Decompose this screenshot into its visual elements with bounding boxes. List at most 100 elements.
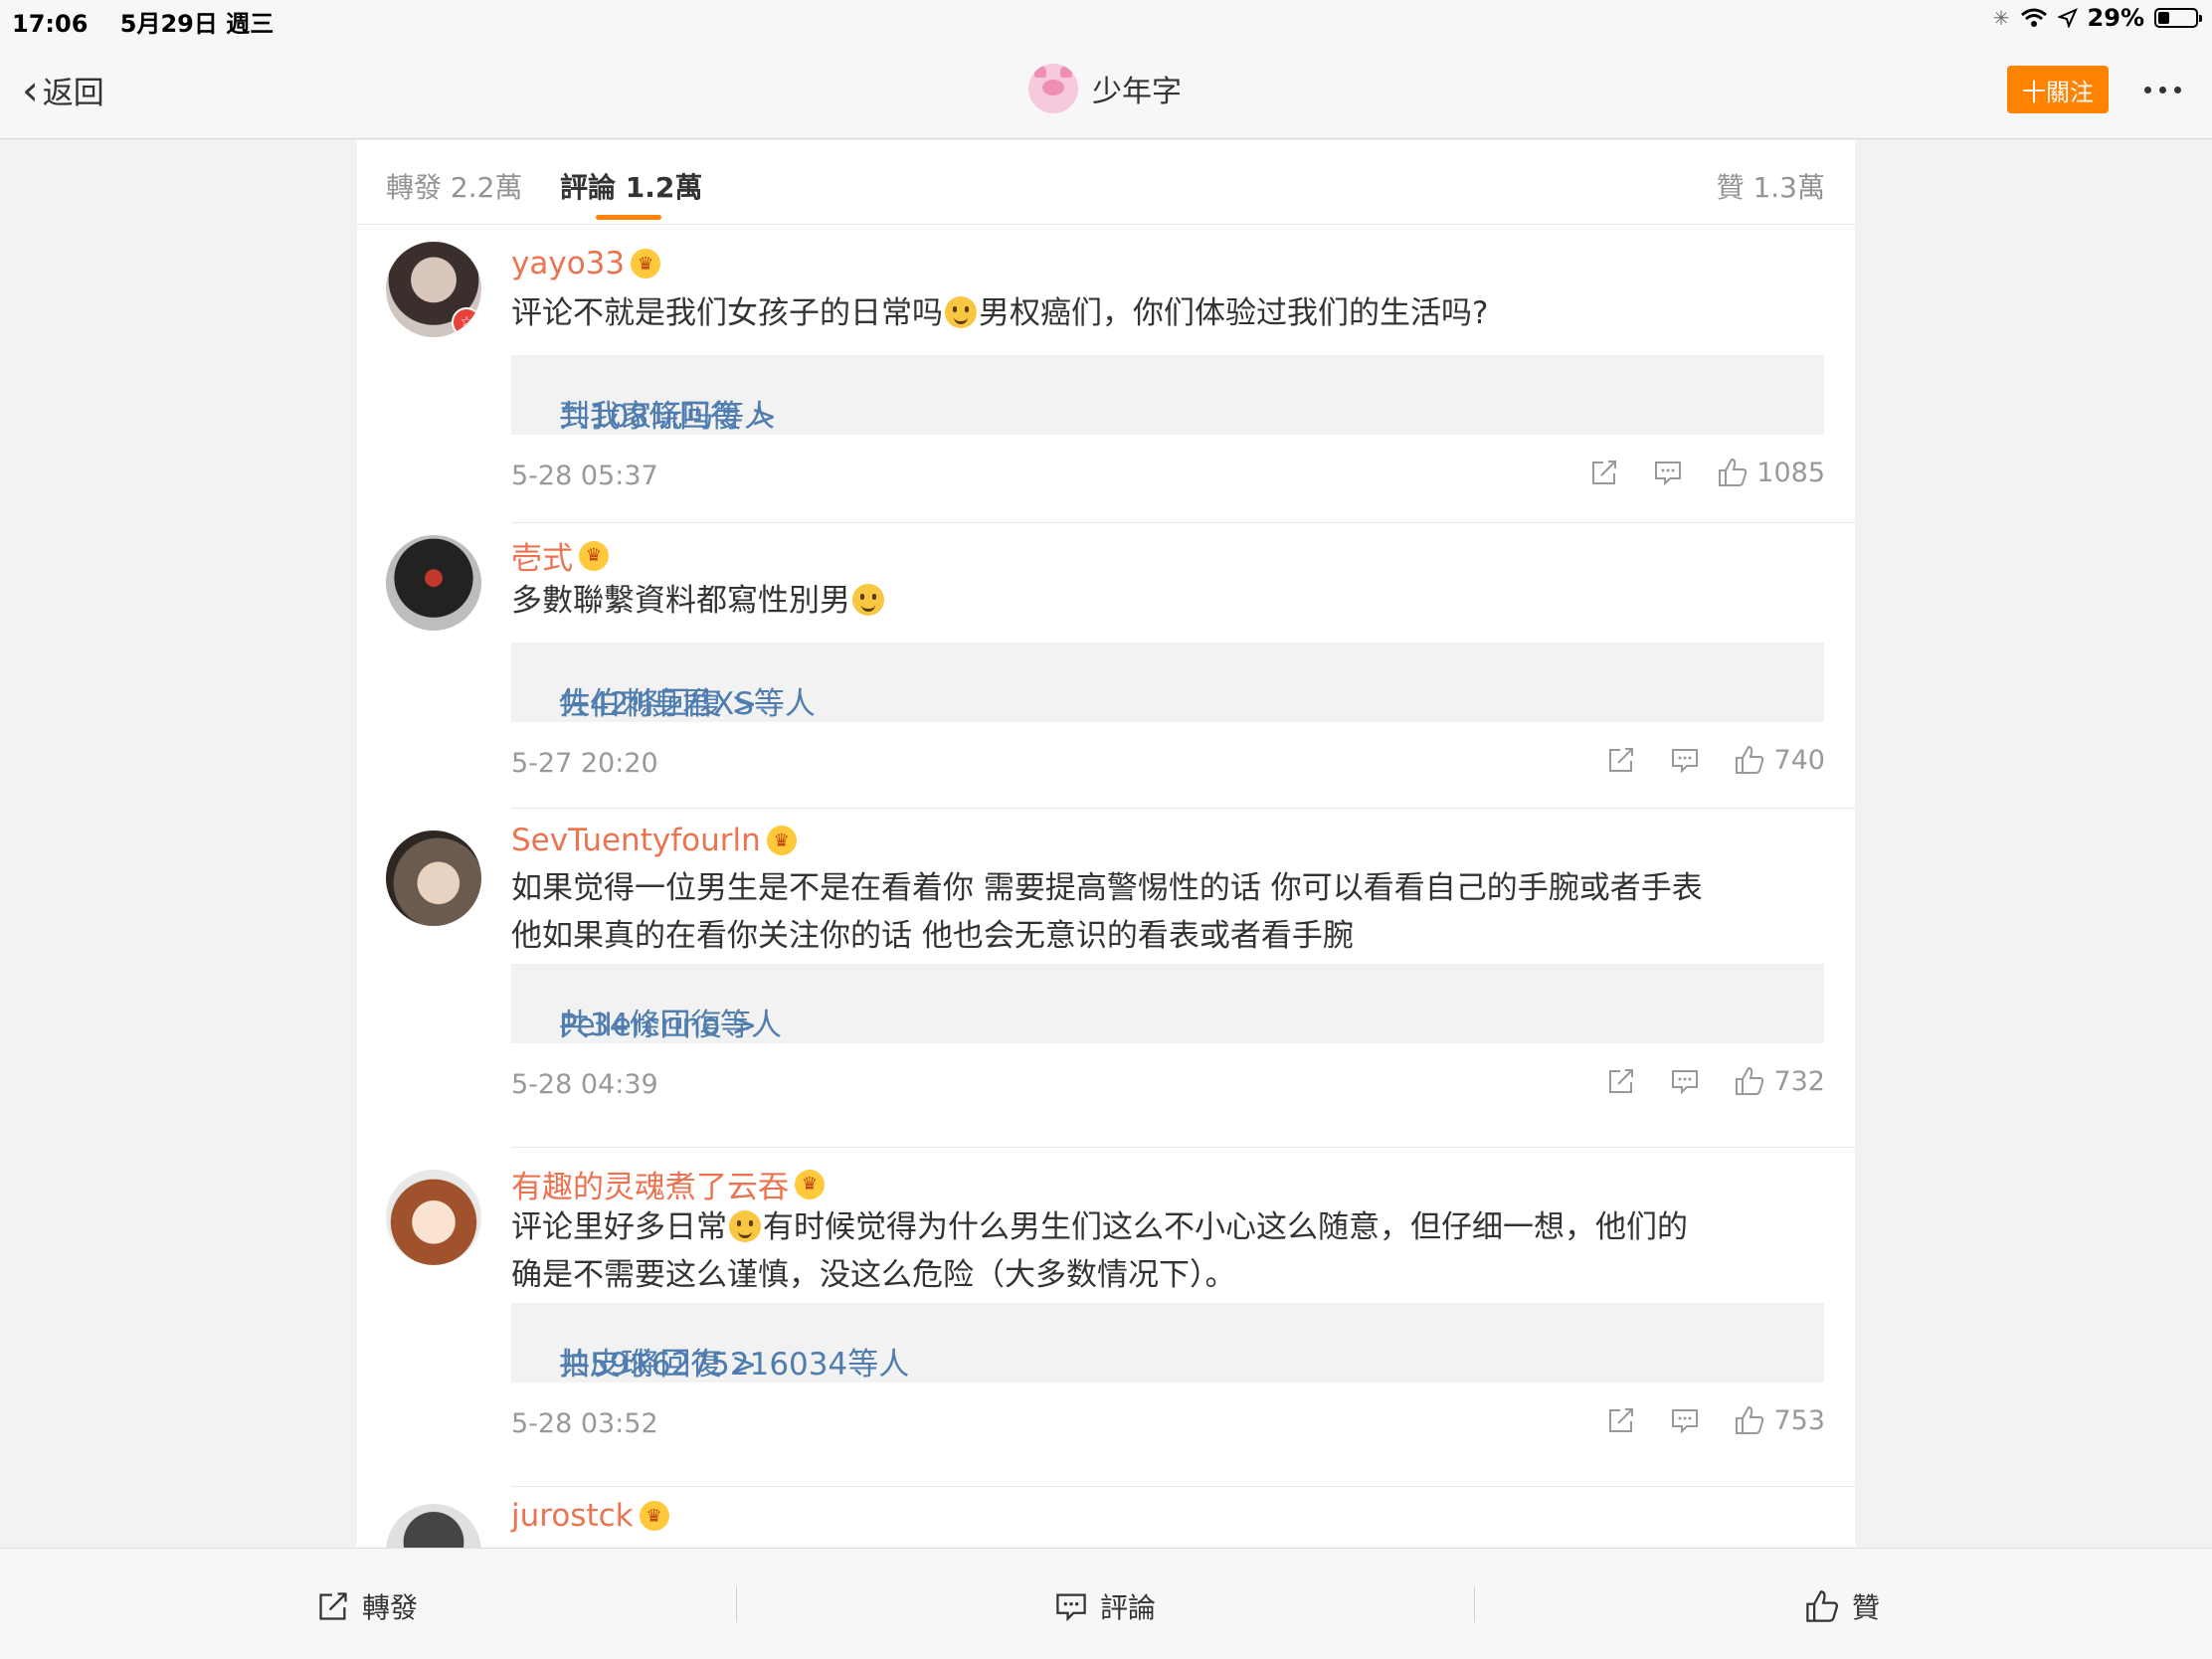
follow-button[interactable]: 十關注 [2007,66,2109,113]
bottom-toolbar: 轉發 評論 贊 [0,1548,2212,1659]
comment-text-part: 男权癌们，你们体验过我们的生活吗? [979,295,1489,331]
repost-button[interactable] [1606,1066,1636,1096]
divider [511,808,1855,809]
crown-icon: ♛ [579,540,609,571]
like-button[interactable]: 732 [1734,1065,1825,1097]
reply-summary[interactable]: 到我家玩吗等人 共108條回復 > [511,355,1824,435]
tab-likes[interactable]: 贊 1.3萬 [1717,166,1825,206]
battery-icon [2154,8,2202,28]
comment-icon [1672,1409,1699,1434]
tab-repost[interactable]: 轉發 2.2萬 [386,166,522,206]
comment-username[interactable]: yayo33 ♛ [511,246,661,281]
comment-icon [1056,1593,1086,1622]
avatar[interactable]: ☆ [386,242,481,337]
reply-button[interactable] [1670,1405,1700,1435]
thumbs-up-icon [1736,1405,1764,1434]
avatar[interactable] [386,1504,481,1553]
reply-summary[interactable]: 佐伯刺身君XS等人 共42條回復 > [511,643,1824,722]
nav-title[interactable]: 少年字 [1028,64,1182,113]
comment-text-line: 确是不需要这么谨慎，没这么危险（大多数情况下）。 [511,1257,1236,1293]
crown-icon: ♛ [639,1501,669,1531]
reply-summary[interactable]: 拍皮球6275216034等人 共59條回復 > [511,1303,1824,1382]
comment-actions: 753 [1606,1404,1825,1436]
comment-time: 5-28 04:39 [511,1069,658,1100]
more-icon[interactable] [2134,66,2190,113]
reply-button[interactable] [1653,458,1683,487]
comment-time: 5-27 20:20 [511,748,658,779]
share-icon [1609,748,1634,772]
laugh-cry-emoji-icon [852,584,884,616]
bottom-like-button[interactable]: 贊 [1804,1586,1880,1626]
divider [736,1586,737,1622]
thumbs-up-icon [1806,1590,1839,1622]
reply-button[interactable] [1670,745,1700,775]
repost-button[interactable] [1606,1405,1636,1435]
like-button[interactable]: 753 [1734,1404,1825,1436]
comment-text: 评论里好多日常 有时候觉得为什么男生们这么不小心这么随意，但仔细一想，他们的 确是… [511,1203,1834,1299]
avatar[interactable] [386,830,481,926]
share-icon [1609,1069,1634,1093]
username-text: jurostck [511,1498,634,1534]
repost-button[interactable] [1606,745,1636,775]
comment-actions: 1085 [1589,457,1825,488]
back-button[interactable]: ‹ 返回 [22,68,104,112]
comment-actions: 740 [1606,744,1825,776]
tab-comments[interactable]: 評論 1.2萬 [560,166,702,206]
status-date: 5月29日 週三 [119,10,275,38]
reply-count: 共42條回復 > [559,686,758,722]
comment-icon [1655,461,1682,486]
like-button[interactable]: 1085 [1717,457,1825,488]
crown-icon: ♛ [795,1169,825,1199]
crown-icon: ♛ [631,249,661,278]
bottom-repost-label: 轉發 [362,1591,419,1624]
status-time: 17:06 [12,10,89,38]
username-text: yayo33 [511,246,626,281]
username-text: SevTuentyfourln [511,823,761,858]
verified-badge-icon: ☆ [452,307,481,337]
reply-button[interactable] [1670,1066,1700,1096]
bottom-like-label: 贊 [1852,1591,1881,1624]
like-count: 1085 [1756,457,1825,488]
back-label: 返回 [42,76,104,111]
smile-emoji-icon [945,296,977,328]
like-count: 732 [1773,1065,1825,1097]
reply-count: 共108條回復 > [559,399,777,435]
repost-button[interactable] [1589,458,1619,487]
reply-count: 共59條回復 > [559,1347,758,1382]
comment-username[interactable]: SevTuentyfourln ♛ [511,823,797,858]
share-icon [1609,1408,1634,1432]
smile-emoji-icon [729,1210,761,1242]
divider [511,1147,1855,1148]
page-title: 少年字 [1092,75,1182,109]
bottom-comment-button[interactable]: 評論 [1054,1586,1156,1626]
loading-icon: ✳ [1992,6,2010,30]
bottom-repost-button[interactable]: 轉發 [316,1586,418,1626]
thumbs-up-icon [1736,745,1764,774]
username-text: 有趣的灵魂煮了云吞 [511,1170,789,1205]
avatar[interactable] [386,1170,481,1265]
comment-icon [1672,1070,1699,1095]
chevron-left-icon: ‹ [22,65,39,114]
avatar[interactable] [386,535,481,631]
comment-text-part: 评论不就是我们女孩子的日常吗 [511,295,943,331]
thumbs-up-icon [1736,1066,1764,1095]
comment-text: 评论不就是我们女孩子的日常吗 男权癌们，你们体验过我们的生活吗? [511,289,1834,337]
thumbs-up-icon [1719,458,1748,486]
battery-percent: 29% [2087,4,2144,32]
comment-username[interactable]: 壱式 ♛ [511,533,609,578]
comment-text-part: 多數聯繫資料都寫性別男 [511,583,850,619]
comment-username[interactable]: jurostck ♛ [511,1498,669,1534]
reply-summary[interactable]: Pellercrino等人 共34條回復 > [511,964,1824,1043]
comments-card: 轉發 2.2萬 評論 1.2萬 贊 1.3萬 ☆ yayo33 ♛ 评论不就是我… [357,140,1855,1553]
username-text: 壱式 [511,541,573,577]
tab-active-indicator [596,215,661,220]
like-count: 740 [1773,744,1825,776]
crown-icon: ♛ [766,826,797,855]
comment-actions: 732 [1606,1065,1825,1097]
avatar [1028,64,1078,113]
bottom-comment-label: 評論 [1100,1591,1157,1624]
comment-username[interactable]: 有趣的灵魂煮了云吞 ♛ [511,1162,825,1206]
like-count: 753 [1773,1404,1825,1436]
comment-time: 5-28 03:52 [511,1408,658,1439]
like-button[interactable]: 740 [1734,744,1825,776]
